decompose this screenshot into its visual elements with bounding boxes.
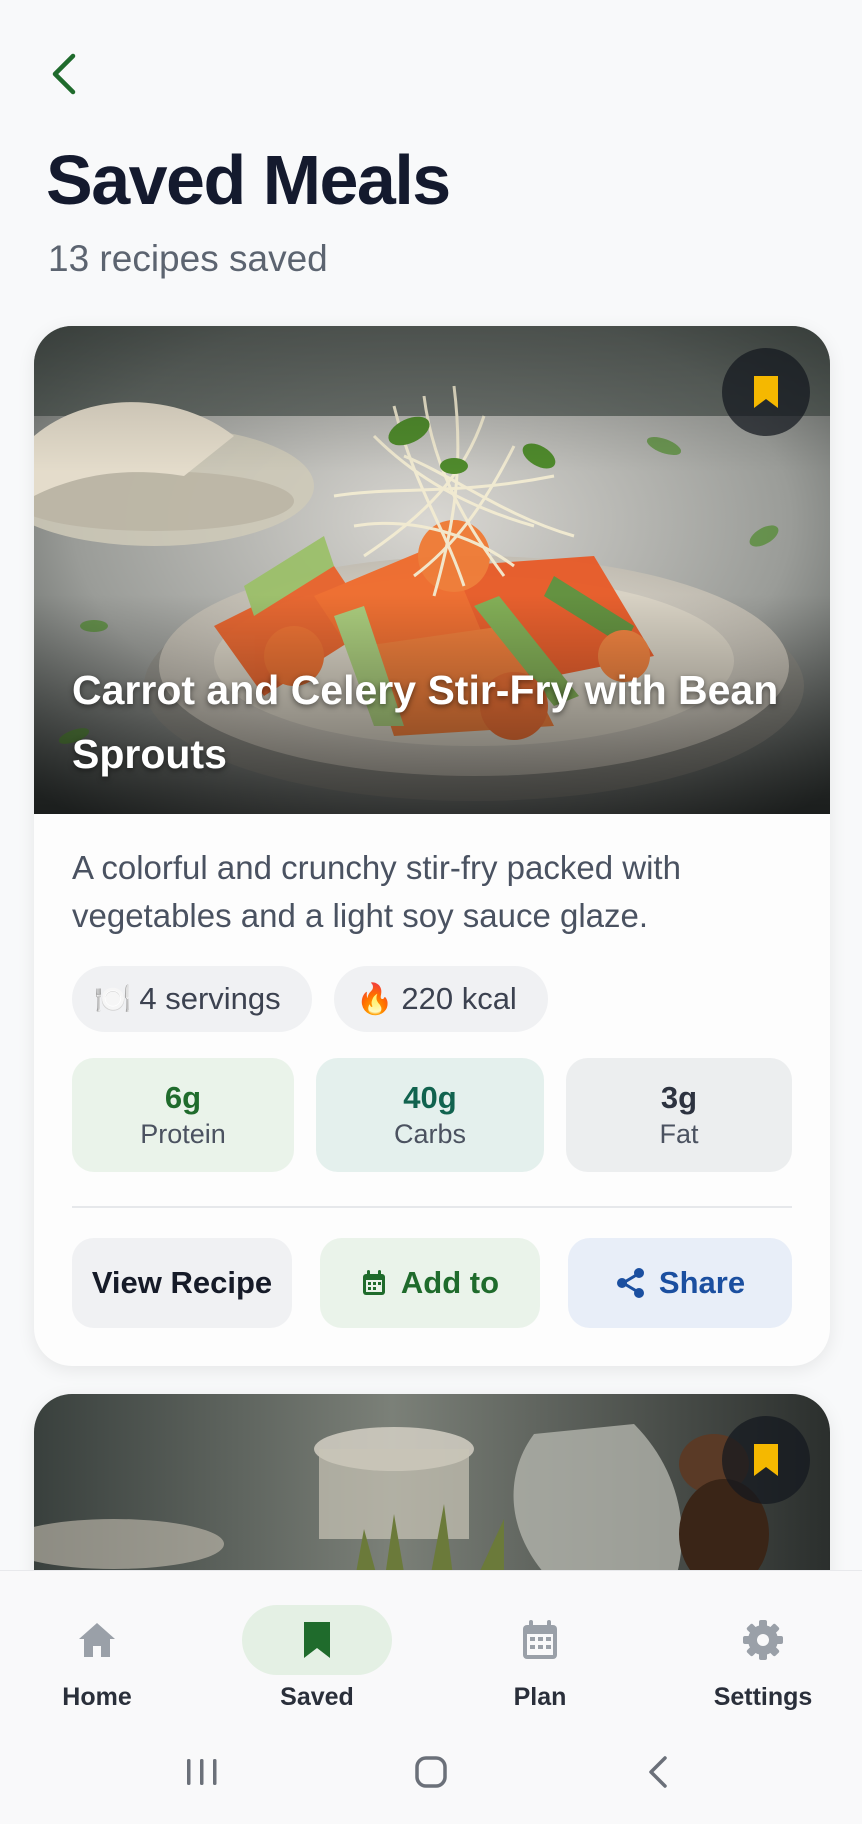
system-back-button[interactable] <box>618 1742 698 1802</box>
page-subtitle: 13 recipes saved <box>48 238 328 279</box>
view-recipe-button[interactable]: View Recipe <box>72 1238 292 1328</box>
home-square-icon <box>415 1756 447 1788</box>
back-button[interactable] <box>40 46 88 102</box>
macro-carbs: 40g Carbs <box>316 1058 544 1172</box>
recipe-description: A colorful and crunchy stir-fry packed w… <box>72 849 681 934</box>
nav-label-saved: Saved <box>280 1683 354 1711</box>
add-to-label: Add to <box>400 1265 500 1300</box>
calories-text: 220 kcal <box>401 981 517 1016</box>
bookmark-button[interactable] <box>722 1416 810 1504</box>
recipe-image: Carrot and Celery Stir-Fry with Bean Spr… <box>34 326 830 814</box>
bookmark-icon <box>754 1444 778 1476</box>
nav-label-home: Home <box>62 1683 132 1711</box>
protein-label: Protein <box>140 1119 226 1149</box>
fat-value: 3g <box>660 1080 698 1115</box>
calories-chip: 🔥 220 kcal <box>334 966 548 1032</box>
share-icon <box>616 1268 644 1298</box>
home-icon <box>79 1623 115 1657</box>
system-home-button[interactable] <box>391 1742 471 1802</box>
nav-label-settings: Settings <box>713 1683 813 1711</box>
servings-chip: 🍽️ 4 servings <box>72 966 312 1032</box>
nav-item-home[interactable]: Home <box>7 1571 187 1721</box>
macro-fat: 3g Fat <box>566 1058 792 1172</box>
carbs-label: Carbs <box>393 1119 467 1149</box>
chevron-left-icon <box>52 53 76 95</box>
divider <box>72 1206 792 1208</box>
recents-button[interactable] <box>162 1742 242 1802</box>
bookmark-icon <box>304 1622 330 1658</box>
page-title: Saved Meals <box>46 141 451 219</box>
servings-text: 4 servings <box>139 981 281 1016</box>
recents-icon <box>187 1759 217 1785</box>
system-nav-bar <box>0 1720 862 1824</box>
recipe-title: Carrot and Celery Stir-Fry with Bean Spr… <box>72 667 779 777</box>
protein-value: 6g <box>164 1080 202 1115</box>
view-recipe-label: View Recipe <box>91 1265 273 1300</box>
bottom-nav: Home Saved Plan Settings <box>0 1570 862 1720</box>
nav-item-plan[interactable]: Plan <box>450 1571 630 1721</box>
calendar-icon <box>362 1270 385 1295</box>
nav-item-settings[interactable]: Settings <box>673 1571 853 1721</box>
nav-item-saved[interactable]: Saved <box>227 1571 407 1721</box>
bookmark-icon <box>754 376 778 408</box>
carbs-value: 40g <box>403 1080 457 1115</box>
bookmark-button[interactable] <box>722 348 810 436</box>
fat-label: Fat <box>659 1119 699 1149</box>
plate-icon: 🍽️ <box>94 982 132 1016</box>
macro-protein: 6g Protein <box>72 1058 294 1172</box>
chevron-left-icon <box>649 1756 667 1788</box>
recipe-card[interactable]: Carrot and Celery Stir-Fry with Bean Spr… <box>34 326 830 1366</box>
fire-icon: 🔥 <box>356 982 394 1016</box>
nav-label-plan: Plan <box>513 1683 567 1711</box>
share-label: Share <box>658 1265 746 1300</box>
share-button[interactable]: Share <box>568 1238 792 1328</box>
gear-icon <box>743 1620 783 1660</box>
calendar-icon <box>523 1620 557 1659</box>
add-to-plan-button[interactable]: Add to <box>320 1238 540 1328</box>
